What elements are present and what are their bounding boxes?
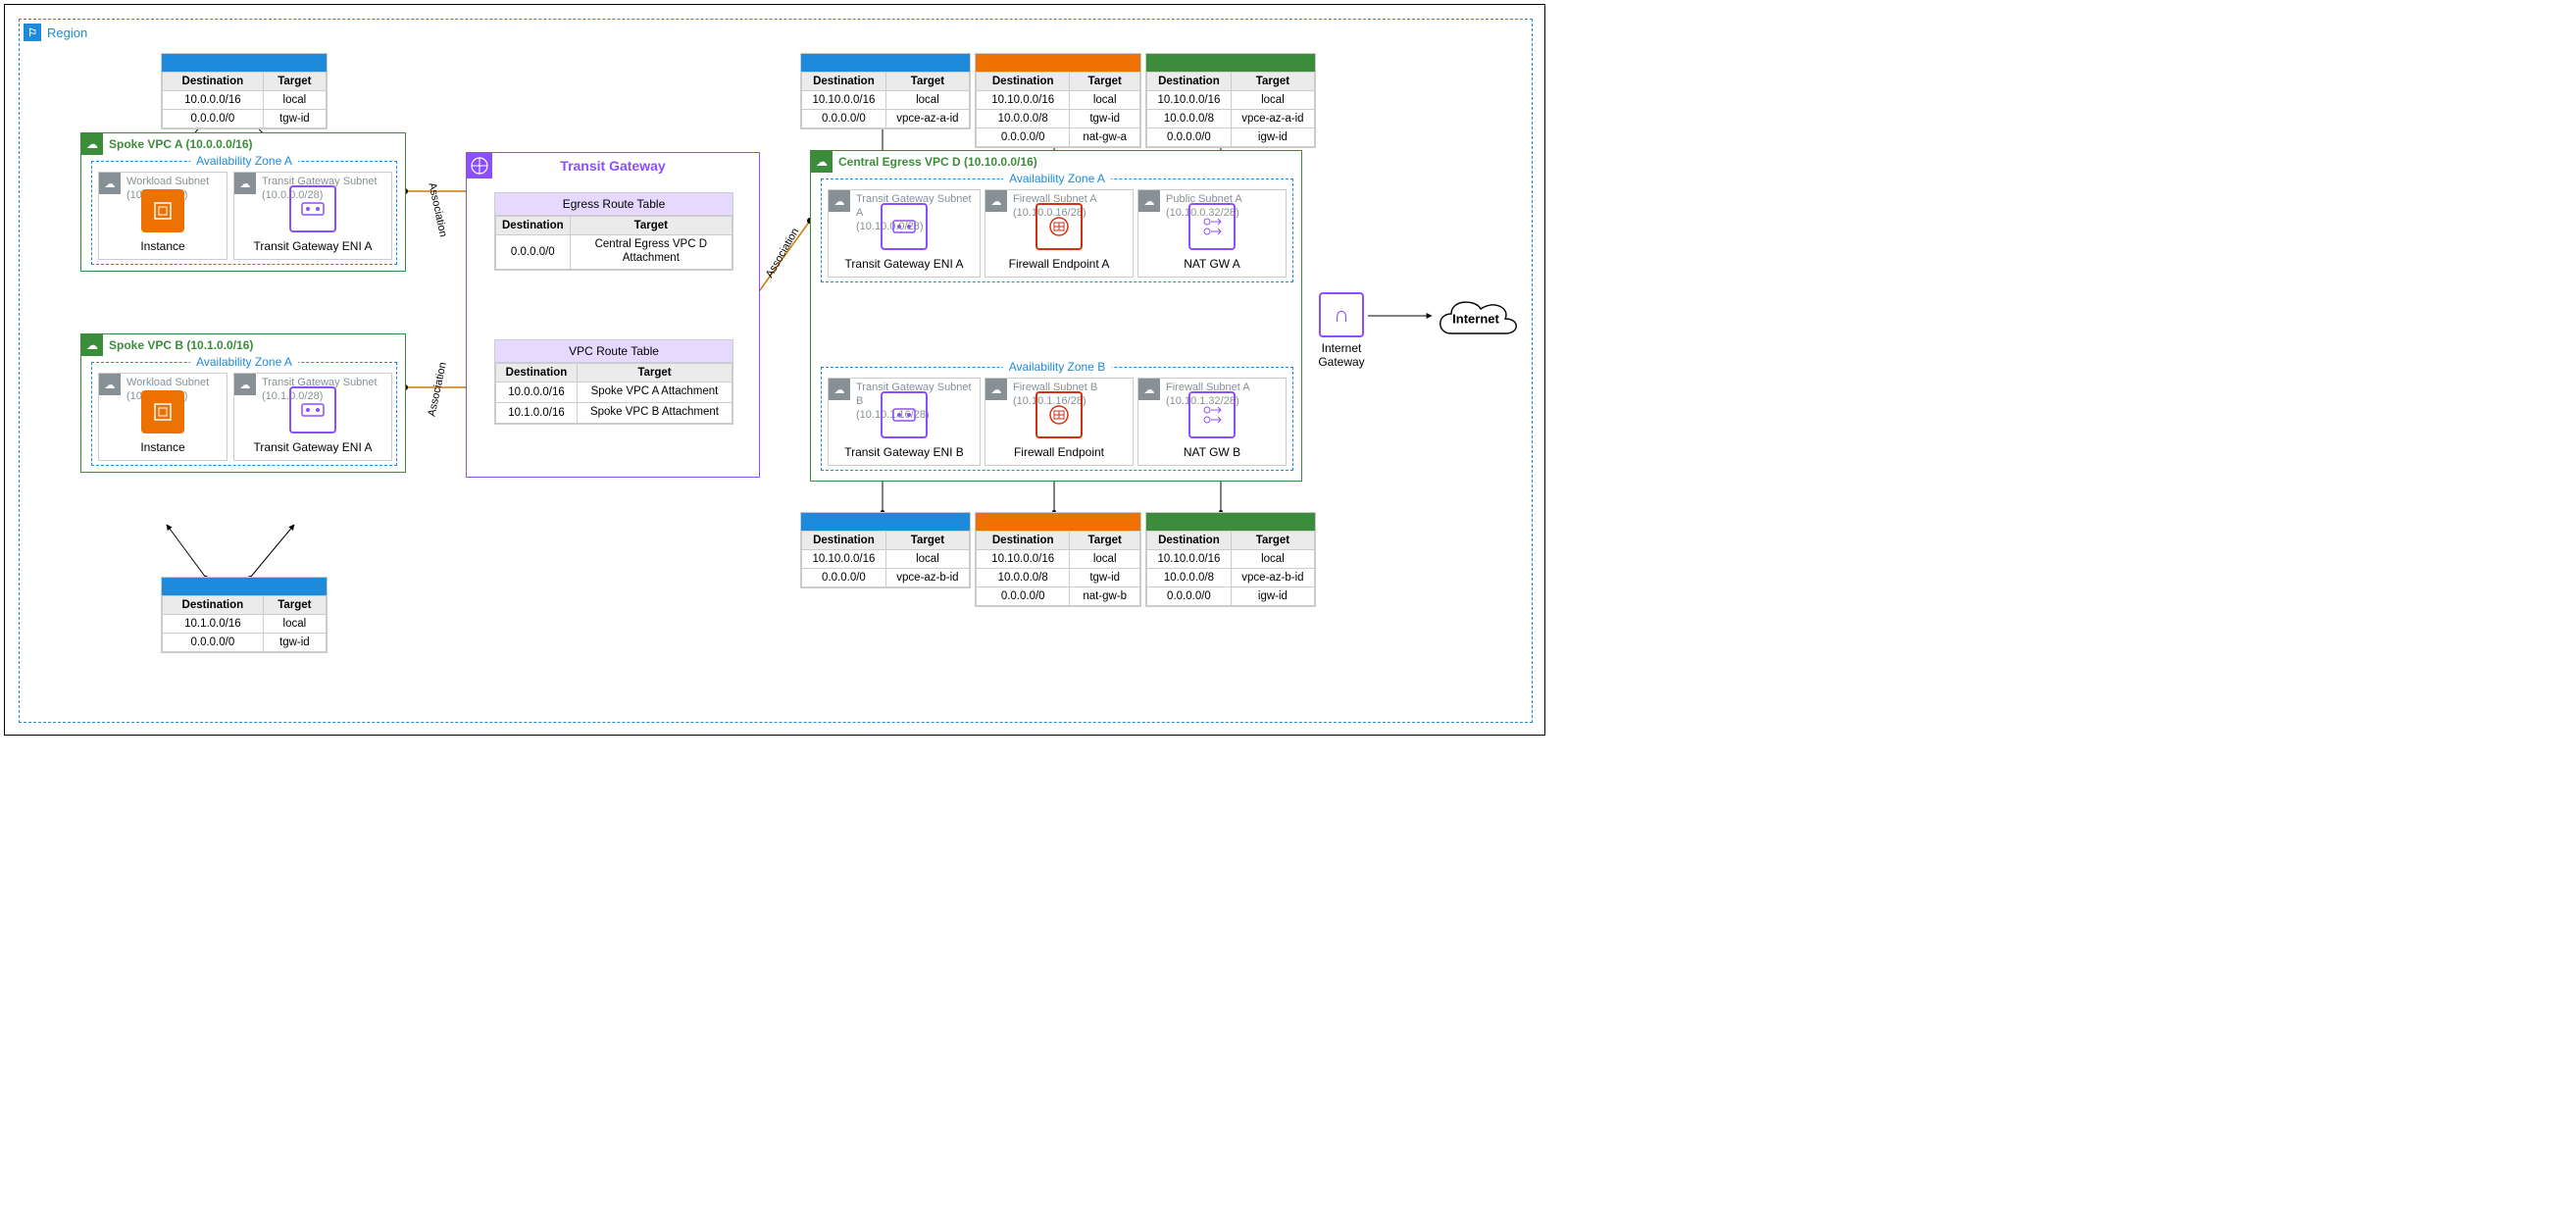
- vpc-title: Spoke VPC B (10.1.0.0/16): [109, 338, 253, 352]
- availability-zone-b: Availability Zone B ☁ Transit Gateway Su…: [821, 367, 1293, 471]
- internet-cloud: Internet: [1427, 289, 1525, 348]
- firewall-endpoint-icon: [1035, 203, 1083, 250]
- architecture-diagram: ⚐ Region: [4, 4, 1545, 736]
- tgw-subnet-b: ☁ Transit Gateway Subnet B(10.10.1.16/28…: [828, 378, 981, 466]
- public-subnet-a: ☁ Public Subnet A(10.10.0.32/28) NAT GW …: [1137, 189, 1287, 278]
- az-title: Availability Zone A: [190, 355, 298, 369]
- central-egress-vpc-d: ☁ Central Egress VPC D (10.10.0.0/16) Av…: [810, 150, 1302, 482]
- nat-gateway-icon: [1188, 391, 1236, 438]
- internet-gateway: ∩ Internet Gateway: [1312, 292, 1371, 370]
- ec2-instance-icon: [141, 390, 184, 433]
- tgw-subnet: ☁ Transit Gateway Subnet(10.0.0.0/28) Tr…: [233, 172, 392, 260]
- egress-route-table: Egress Route Table DestinationTarget 0.0…: [494, 192, 733, 271]
- az-title: Availability Zone A: [1003, 172, 1111, 185]
- vpc-icon: ☁: [811, 151, 833, 173]
- firewall-subnet-a: ☁ Firewall Subnet A(10.10.0.16/28) Firew…: [985, 189, 1134, 278]
- firewall-endpoint-icon: [1035, 391, 1083, 438]
- vpc-route-table: VPC Route Table DestinationTarget 10.0.0…: [494, 339, 733, 425]
- instance-caption: Instance: [99, 239, 227, 253]
- region-text: Region: [47, 25, 87, 40]
- tgw-eni-icon: [289, 386, 336, 433]
- nat-gateway-icon: [1188, 203, 1236, 250]
- association-label: Association: [426, 181, 448, 238]
- tgw-subnet: ☁ Transit Gateway Subnet(10.1.0.0/28) Tr…: [233, 373, 392, 461]
- tgw-eni-icon: [881, 391, 928, 438]
- association-label: Association: [426, 361, 448, 418]
- tgw-eni-icon: [289, 185, 336, 232]
- spoke-vpc-a: ☁ Spoke VPC A (10.0.0.0/16) Availability…: [80, 132, 406, 272]
- region-box: ⚐ Region: [19, 19, 1533, 723]
- spoke-vpc-b: ☁ Spoke VPC B (10.1.0.0/16) Availability…: [80, 333, 406, 473]
- availability-zone-a: Availability Zone A ☁ Transit Gateway Su…: [821, 178, 1293, 282]
- region-label: ⚐ Region: [24, 24, 87, 41]
- vpc-title: Central Egress VPC D (10.10.0.0/16): [838, 155, 1037, 169]
- firewall-subnet-b: ☁ Firewall Subnet B(10.10.1.16/28) Firew…: [985, 378, 1134, 466]
- az-title: Availability Zone A: [190, 154, 298, 168]
- az-title: Availability Zone B: [1003, 360, 1112, 374]
- ec2-instance-icon: [141, 189, 184, 232]
- tgw-eni-icon: [881, 203, 928, 250]
- route-table-d-pub-a: DestinationTarget 10.10.0.0/16local 10.0…: [1145, 53, 1316, 148]
- route-table-d-fw-a: DestinationTarget 10.10.0.0/16local 10.0…: [975, 53, 1141, 148]
- route-table-d-pub-b: DestinationTarget 10.10.0.0/16local 10.0…: [1145, 512, 1316, 607]
- vpc-icon: ☁: [81, 334, 103, 356]
- public-subnet-b: ☁ Firewall Subnet A(10.10.1.32/28) NAT G…: [1137, 378, 1287, 466]
- tgw-title: Transit Gateway: [467, 158, 759, 174]
- transit-gateway: Transit Gateway Egress Route Table Desti…: [466, 152, 760, 478]
- igw-icon: ∩: [1319, 292, 1364, 337]
- workload-subnet: ☁ Workload Subnet(10.0.1.0/24) Instance: [98, 172, 227, 260]
- availability-zone-a: Availability Zone A ☁ Workload Subnet(10…: [91, 362, 397, 466]
- route-table-d-tgw-b: DestinationTarget 10.10.0.0/16local 0.0.…: [800, 512, 971, 588]
- availability-zone-a: Availability Zone A ☁ Workload Subnet(10…: [91, 161, 397, 265]
- route-table-spoke-b: DestinationTarget 10.1.0.0/16local 0.0.0…: [161, 577, 328, 653]
- tgw-eni-caption: Transit Gateway ENI A: [234, 440, 391, 454]
- route-table-d-tgw-a: DestinationTarget 10.10.0.0/16local 0.0.…: [800, 53, 971, 129]
- vpc-title: Spoke VPC A (10.0.0.0/16): [109, 137, 253, 151]
- region-icon: ⚐: [24, 24, 41, 41]
- route-table-spoke-a: DestinationTarget 10.0.0.0/16local 0.0.0…: [161, 53, 328, 129]
- tgw-subnet-a: ☁ Transit Gateway Subnet A(10.10.0.0/28)…: [828, 189, 981, 278]
- workload-subnet: ☁ Workload Subnet(10.1.1.0/24) Instance: [98, 373, 227, 461]
- association-label: Association: [764, 227, 802, 280]
- instance-caption: Instance: [99, 440, 227, 454]
- vpc-icon: ☁: [81, 133, 103, 155]
- tgw-eni-caption: Transit Gateway ENI A: [234, 239, 391, 253]
- route-table-d-fw-b: DestinationTarget 10.10.0.0/16local 10.0…: [975, 512, 1141, 607]
